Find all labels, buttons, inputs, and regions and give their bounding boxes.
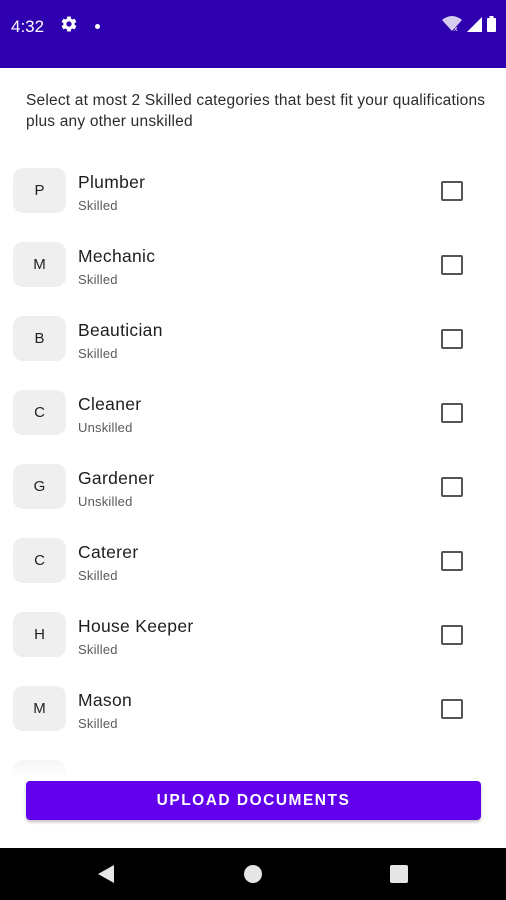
category-checkbox[interactable] xyxy=(441,699,463,719)
signal-icon xyxy=(467,17,482,32)
category-checkbox[interactable] xyxy=(441,625,463,645)
category-name: House Keeper xyxy=(78,616,194,636)
list-item[interactable]: C Caterer Skilled xyxy=(0,524,506,598)
category-checkbox[interactable] xyxy=(441,181,463,201)
avatar: M xyxy=(13,686,66,731)
avatar: P xyxy=(13,168,66,213)
notification-dot-icon xyxy=(95,24,100,29)
category-name: Mechanic xyxy=(78,246,156,266)
svg-text:x: x xyxy=(454,26,458,32)
category-name: Cleaner xyxy=(78,394,142,414)
category-type: Unskilled xyxy=(78,420,133,435)
status-time: 4:32 xyxy=(11,17,45,36)
avatar: C xyxy=(13,538,66,583)
list-fade xyxy=(0,752,506,778)
category-type: Skilled xyxy=(78,272,118,287)
upload-documents-button[interactable]: UPLOAD DOCUMENTS xyxy=(26,781,481,820)
list-item[interactable]: M Mason Skilled xyxy=(0,672,506,746)
avatar: G xyxy=(13,464,66,509)
list-item[interactable]: B Beautician Skilled xyxy=(0,302,506,376)
back-icon[interactable] xyxy=(96,864,116,884)
category-name: Mason xyxy=(78,690,133,710)
instructions-text: Select at most 2 Skilled categories that… xyxy=(26,92,486,130)
category-type: Skilled xyxy=(78,198,118,213)
status-bar: 4:32 x xyxy=(0,0,506,68)
battery-icon xyxy=(487,16,496,32)
recents-icon[interactable] xyxy=(390,865,408,883)
category-checkbox[interactable] xyxy=(441,477,463,497)
list-item[interactable]: H House Keeper Skilled xyxy=(0,598,506,672)
category-name: Caterer xyxy=(78,542,139,562)
category-checkbox[interactable] xyxy=(441,255,463,275)
category-type: Skilled xyxy=(78,716,118,731)
list-item[interactable]: P Plumber Skilled xyxy=(0,154,506,228)
home-icon[interactable] xyxy=(244,865,262,883)
avatar: B xyxy=(13,316,66,361)
category-type: Skilled xyxy=(78,346,118,361)
wifi-icon: x xyxy=(442,16,462,32)
category-name: Gardener xyxy=(78,468,155,488)
category-checkbox[interactable] xyxy=(441,551,463,571)
avatar: M xyxy=(13,242,66,287)
category-name: Beautician xyxy=(78,320,163,340)
category-checkbox[interactable] xyxy=(441,403,463,423)
category-list[interactable]: P Plumber Skilled M Mechanic Skilled B B… xyxy=(0,154,506,774)
category-checkbox[interactable] xyxy=(441,329,463,349)
avatar: C xyxy=(13,390,66,435)
list-item[interactable]: G Gardener Unskilled xyxy=(0,450,506,524)
category-type: Skilled xyxy=(78,568,118,583)
category-type: Unskilled xyxy=(78,494,133,509)
navigation-bar xyxy=(0,848,506,900)
list-item[interactable]: C Cleaner Unskilled xyxy=(0,376,506,450)
category-type: Skilled xyxy=(78,642,118,657)
avatar: H xyxy=(13,612,66,657)
status-icons: x xyxy=(442,16,496,32)
list-item[interactable]: M Mechanic Skilled xyxy=(0,228,506,302)
gear-icon xyxy=(61,16,77,32)
category-name: Plumber xyxy=(78,172,146,192)
